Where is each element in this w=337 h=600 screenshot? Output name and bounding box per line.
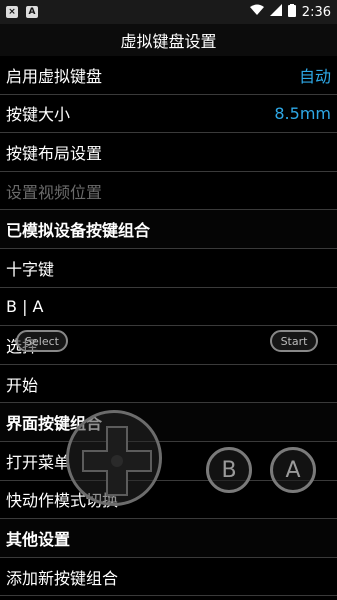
setting-label: 启用虚拟键盘 — [6, 66, 103, 86]
setting-video-position[interactable]: 设置视频位置 — [0, 172, 337, 211]
section-header-other: 其他设置 — [0, 519, 337, 558]
setting-label: 十字键 — [6, 259, 55, 279]
setting-value: 自动 — [298, 66, 331, 86]
setting-label: 开始 — [6, 375, 39, 395]
a-button[interactable]: A — [270, 447, 316, 493]
setting-label: 按键大小 — [6, 105, 71, 125]
setting-label: 添加新按键组合 — [6, 568, 119, 588]
setting-add-combo[interactable]: 添加新按键组合 — [0, 558, 337, 597]
setting-label: B | A — [6, 296, 44, 316]
section-title: 界面按键组合 — [6, 414, 103, 434]
setting-b-a[interactable]: B | A — [0, 288, 337, 327]
setting-button-layout[interactable]: 按键布局设置 — [0, 133, 337, 172]
status-bar: × A 2:36 — [0, 0, 337, 24]
section-header-ui-combos: 界面按键组合 — [0, 403, 337, 442]
start-button[interactable]: Start — [270, 330, 318, 352]
setting-value: 8.5mm — [274, 103, 331, 123]
setting-label: 快动作模式切换 — [6, 491, 119, 511]
section-title: 其他设置 — [6, 529, 71, 549]
section-header-emulated-combos: 已模拟设备按键组合 — [0, 210, 337, 249]
b-button[interactable]: B — [206, 447, 252, 493]
section-title: 已模拟设备按键组合 — [6, 221, 151, 241]
signal-icon — [269, 4, 282, 20]
notification-x-icon: × — [6, 6, 18, 18]
setting-label: 设置视频位置 — [6, 182, 103, 202]
select-button[interactable]: Select — [16, 330, 68, 352]
setting-dpad[interactable]: 十字键 — [0, 249, 337, 288]
dpad-cross-icon — [82, 426, 152, 496]
wifi-icon — [249, 4, 264, 20]
notification-a-icon: A — [26, 6, 38, 18]
battery-icon — [287, 3, 296, 21]
dpad[interactable] — [66, 410, 162, 506]
setting-enable-virtual-keyboard[interactable]: 启用虚拟键盘 自动 — [0, 56, 337, 95]
page-title: 虚拟键盘设置 — [0, 24, 337, 56]
setting-start[interactable]: 开始 — [0, 365, 337, 404]
setting-label: 按键布局设置 — [6, 143, 103, 163]
setting-button-size[interactable]: 按键大小 8.5mm — [0, 95, 337, 134]
settings-list: 启用虚拟键盘 自动 按键大小 8.5mm 按键布局设置 设置视频位置 已模拟设备… — [0, 56, 337, 597]
clock: 2:36 — [301, 4, 331, 20]
